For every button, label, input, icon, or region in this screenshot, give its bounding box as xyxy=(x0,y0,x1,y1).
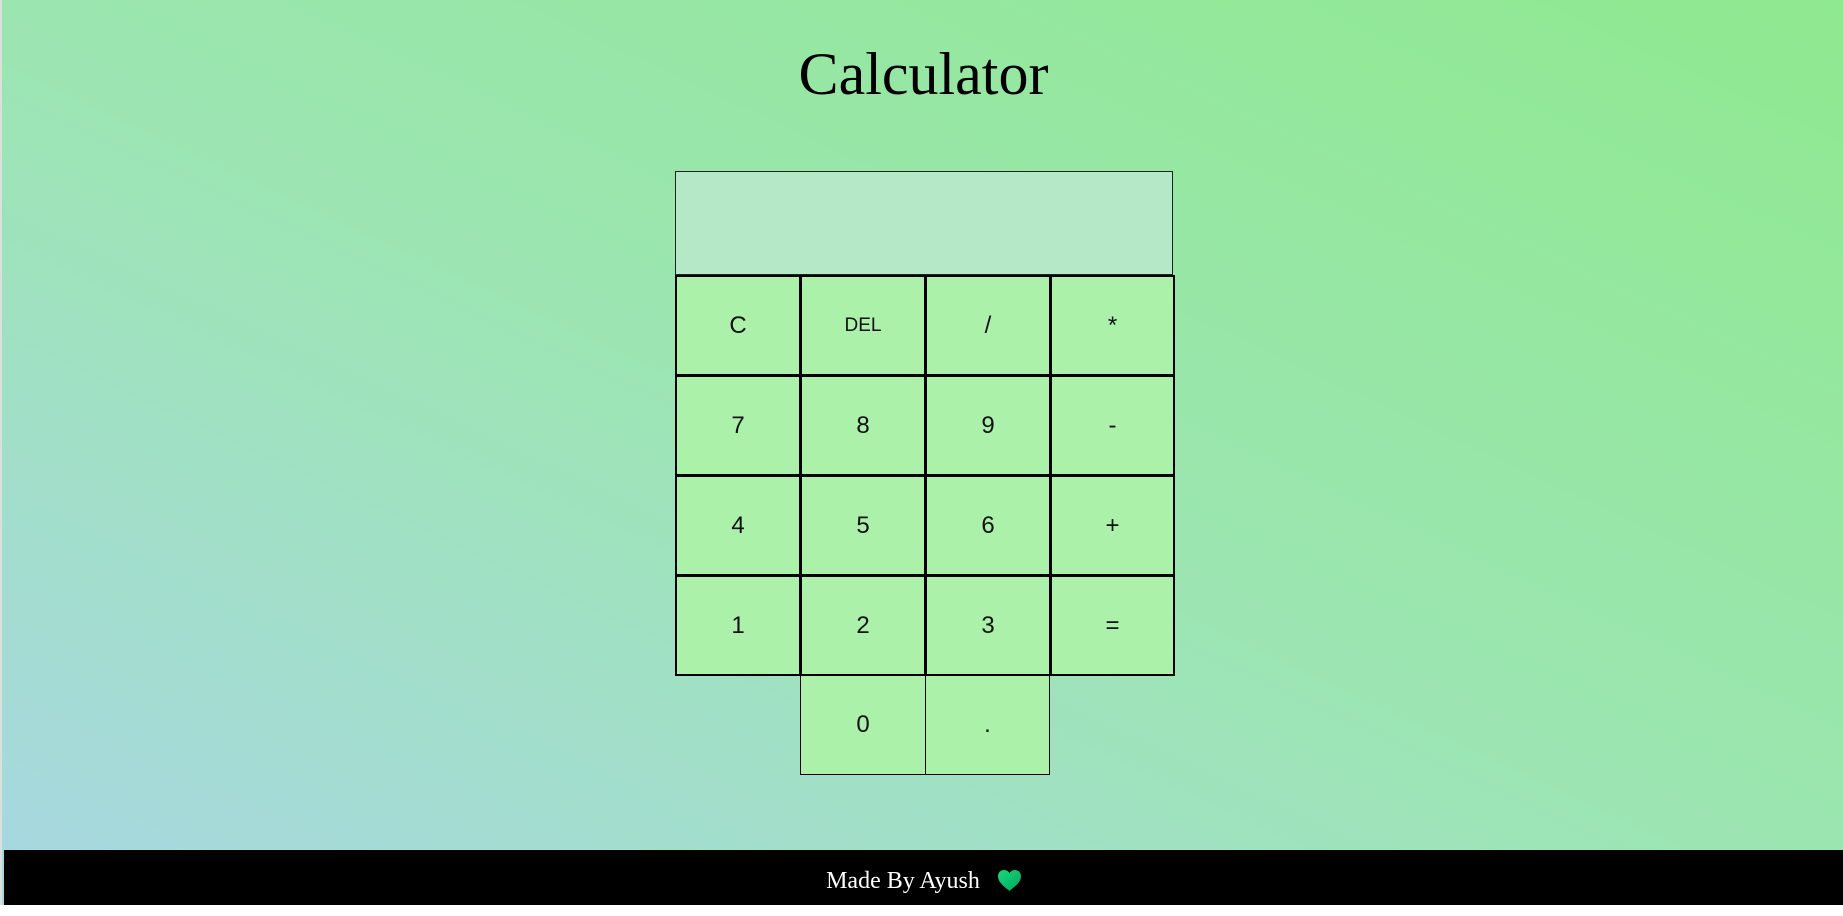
page-title: Calculator xyxy=(798,41,1049,107)
equals-button[interactable]: = xyxy=(1050,575,1175,676)
subtract-button[interactable]: - xyxy=(1050,375,1175,476)
digit-3-button[interactable]: 3 xyxy=(925,575,1051,676)
digit-4-button[interactable]: 4 xyxy=(675,475,801,576)
calculator-display[interactable] xyxy=(675,171,1173,275)
delete-button[interactable]: DEL xyxy=(800,275,926,376)
footer-text: Made By Ayush xyxy=(826,868,980,894)
multiply-button[interactable]: * xyxy=(1050,275,1175,376)
heart-icon xyxy=(996,854,1023,891)
add-button[interactable]: + xyxy=(1050,475,1175,576)
digit-0-button[interactable]: 0 xyxy=(800,675,926,775)
digit-2-button[interactable]: 2 xyxy=(800,575,926,676)
digit-7-button[interactable]: 7 xyxy=(675,375,801,476)
digit-8-button[interactable]: 8 xyxy=(800,375,926,476)
digit-6-button[interactable]: 6 xyxy=(925,475,1051,576)
divide-button[interactable]: / xyxy=(925,275,1051,376)
clear-button[interactable]: C xyxy=(675,275,801,376)
digit-5-button[interactable]: 5 xyxy=(800,475,926,576)
decimal-point-button[interactable]: . xyxy=(925,675,1050,775)
digit-1-button[interactable]: 1 xyxy=(675,575,801,676)
calculator-page: Calculator C DEL / * 7 8 9 - 4 5 6 + 1 2… xyxy=(0,0,1843,905)
digit-9-button[interactable]: 9 xyxy=(925,375,1051,476)
footer: Made By Ayush xyxy=(4,850,1843,905)
